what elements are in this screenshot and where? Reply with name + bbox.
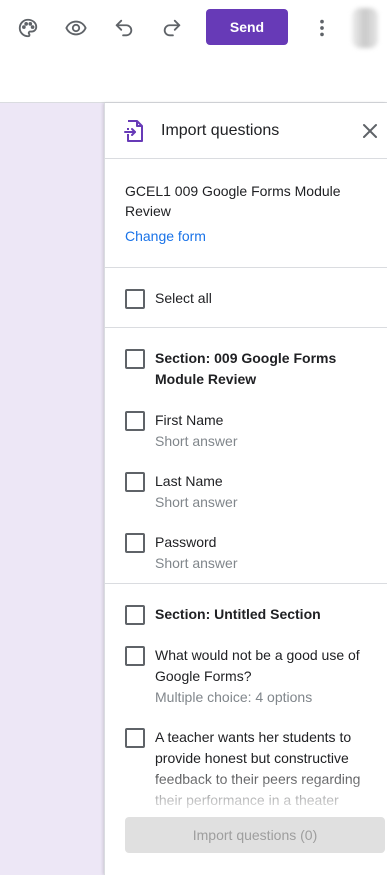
question-type: Multiple choice: 4 options xyxy=(155,689,313,705)
panel-header: Import questions xyxy=(105,103,387,159)
undo-icon[interactable] xyxy=(109,13,139,43)
question-checkbox[interactable] xyxy=(125,533,145,553)
change-form-link[interactable]: Change form xyxy=(125,228,206,244)
divider xyxy=(105,583,387,584)
more-vert-icon[interactable] xyxy=(307,13,337,43)
close-icon[interactable] xyxy=(359,120,381,142)
section-checkbox[interactable] xyxy=(125,349,145,369)
preview-eye-icon[interactable] xyxy=(61,13,91,43)
section-checkbox[interactable] xyxy=(125,605,145,625)
source-form-name: GCEL1 009 Google Forms Module Review xyxy=(125,183,341,219)
question-type: Short answer xyxy=(155,555,238,571)
divider xyxy=(105,327,387,328)
send-button[interactable]: Send xyxy=(206,9,288,45)
top-toolbar: Send xyxy=(0,0,387,56)
question-title: Password xyxy=(155,534,217,550)
form-canvas-background xyxy=(0,103,104,875)
question-checkbox[interactable] xyxy=(125,472,145,492)
import-file-icon xyxy=(124,120,143,142)
import-questions-button[interactable]: Import questions (0) xyxy=(125,817,385,853)
section-label: Section: 009 Google Forms Module Review xyxy=(155,350,337,387)
question-type: Short answer xyxy=(155,494,238,510)
palette-icon[interactable] xyxy=(13,13,43,43)
toolbar-subbar xyxy=(0,56,387,103)
question-checkbox[interactable] xyxy=(125,646,145,666)
panel-title: Import questions xyxy=(161,122,280,139)
question-title: Last Name xyxy=(155,473,223,489)
section-label: Section: Untitled Section xyxy=(155,606,321,622)
avatar[interactable] xyxy=(352,8,378,48)
question-type: Short answer xyxy=(155,433,238,449)
scroll-fade xyxy=(105,763,387,813)
import-questions-panel: Import questions GCEL1 009 Google Forms … xyxy=(104,103,387,875)
question-title: What would not be a good use of Google F… xyxy=(155,647,360,684)
question-title: First Name xyxy=(155,412,224,428)
question-checkbox[interactable] xyxy=(125,411,145,431)
source-form-block: GCEL1 009 Google Forms Module Review xyxy=(105,159,387,268)
select-all-label: Select all xyxy=(155,290,212,306)
panel-footer: Import questions (0) xyxy=(105,813,387,875)
question-checkbox[interactable] xyxy=(125,728,145,748)
redo-icon[interactable] xyxy=(157,13,187,43)
select-all-checkbox[interactable] xyxy=(125,289,145,309)
